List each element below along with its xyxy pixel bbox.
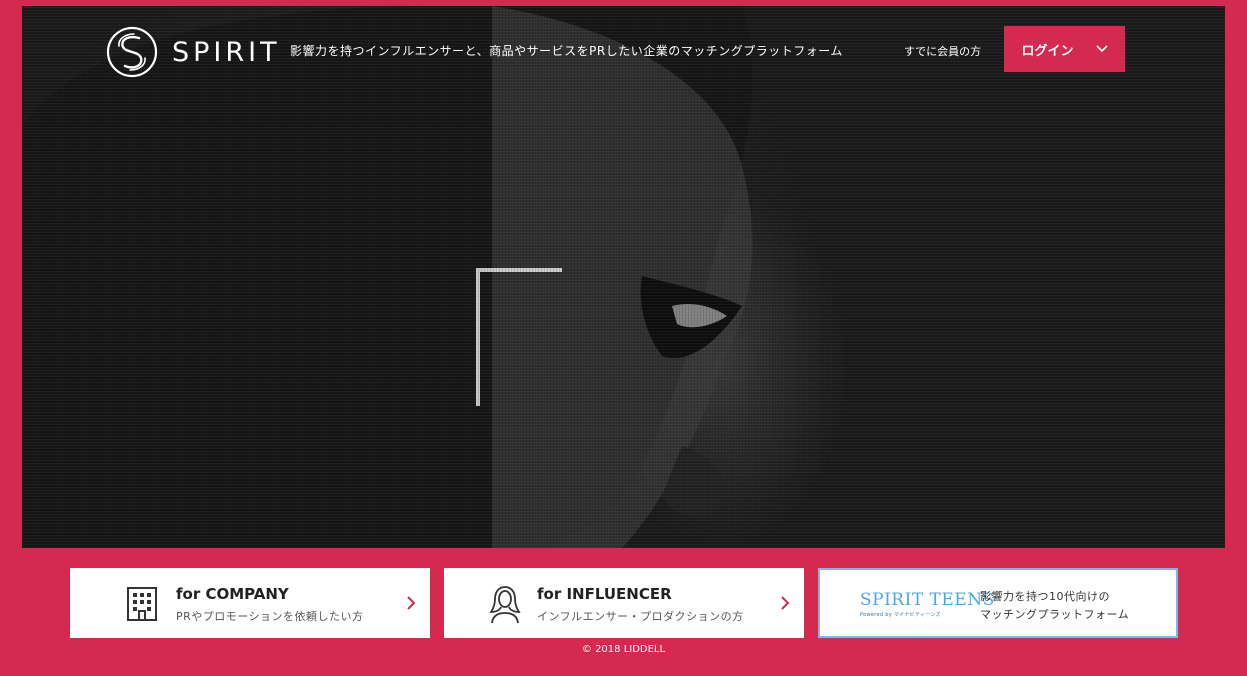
influencer-card[interactable]: for INFLUENCER インフルエンサー・プロダクションの方 [444,568,804,638]
teens-description: 影響力を持つ10代向けの マッチングプラットフォーム [980,588,1129,624]
login-label: ログイン [1021,43,1074,59]
building-icon [127,587,157,621]
site-tagline: 影響力を持つインフルエンサーと、商品やサービスをPRしたい企業のマッチングプラッ… [290,44,843,58]
spirit-logo-icon [106,26,158,78]
member-label: すでに会員の方 [904,45,982,58]
copyright: © 2018 LIDDELL [581,644,666,655]
teens-desc-line1: 影響力を持つ10代向けの [980,590,1110,603]
company-card-title: for COMPANY [176,585,289,603]
influencer-card-title: for INFLUENCER [537,585,672,603]
teens-card[interactable]: SPIRIT TEENS Powered by マイナビティーンズ 影響力を持つ… [818,568,1178,638]
hero-image [22,6,1225,548]
influencer-card-subtitle: インフルエンサー・プロダクションの方 [537,610,744,623]
teens-desc-line2: マッチングプラットフォーム [980,608,1130,621]
teens-powered-by: Powered by マイナビティーンズ [860,612,941,618]
spirit-teens-logo: SPIRIT TEENS Powered by マイナビティーンズ [860,590,995,619]
chevron-right-icon [407,596,416,610]
woman-icon [489,586,521,624]
chevron-down-icon [1095,45,1108,53]
chevron-right-icon [781,596,790,610]
login-button[interactable]: ログイン [1004,26,1125,72]
brand-name: SPIRIT [172,36,281,68]
teens-logo-text: SPIRIT TEENS [860,590,995,610]
company-card-subtitle: PRやプロモーションを依頼したい方 [176,610,364,623]
site-logo[interactable]: SPIRIT [106,26,281,78]
company-card[interactable]: for COMPANY PRやプロモーションを依頼したい方 [70,568,430,638]
